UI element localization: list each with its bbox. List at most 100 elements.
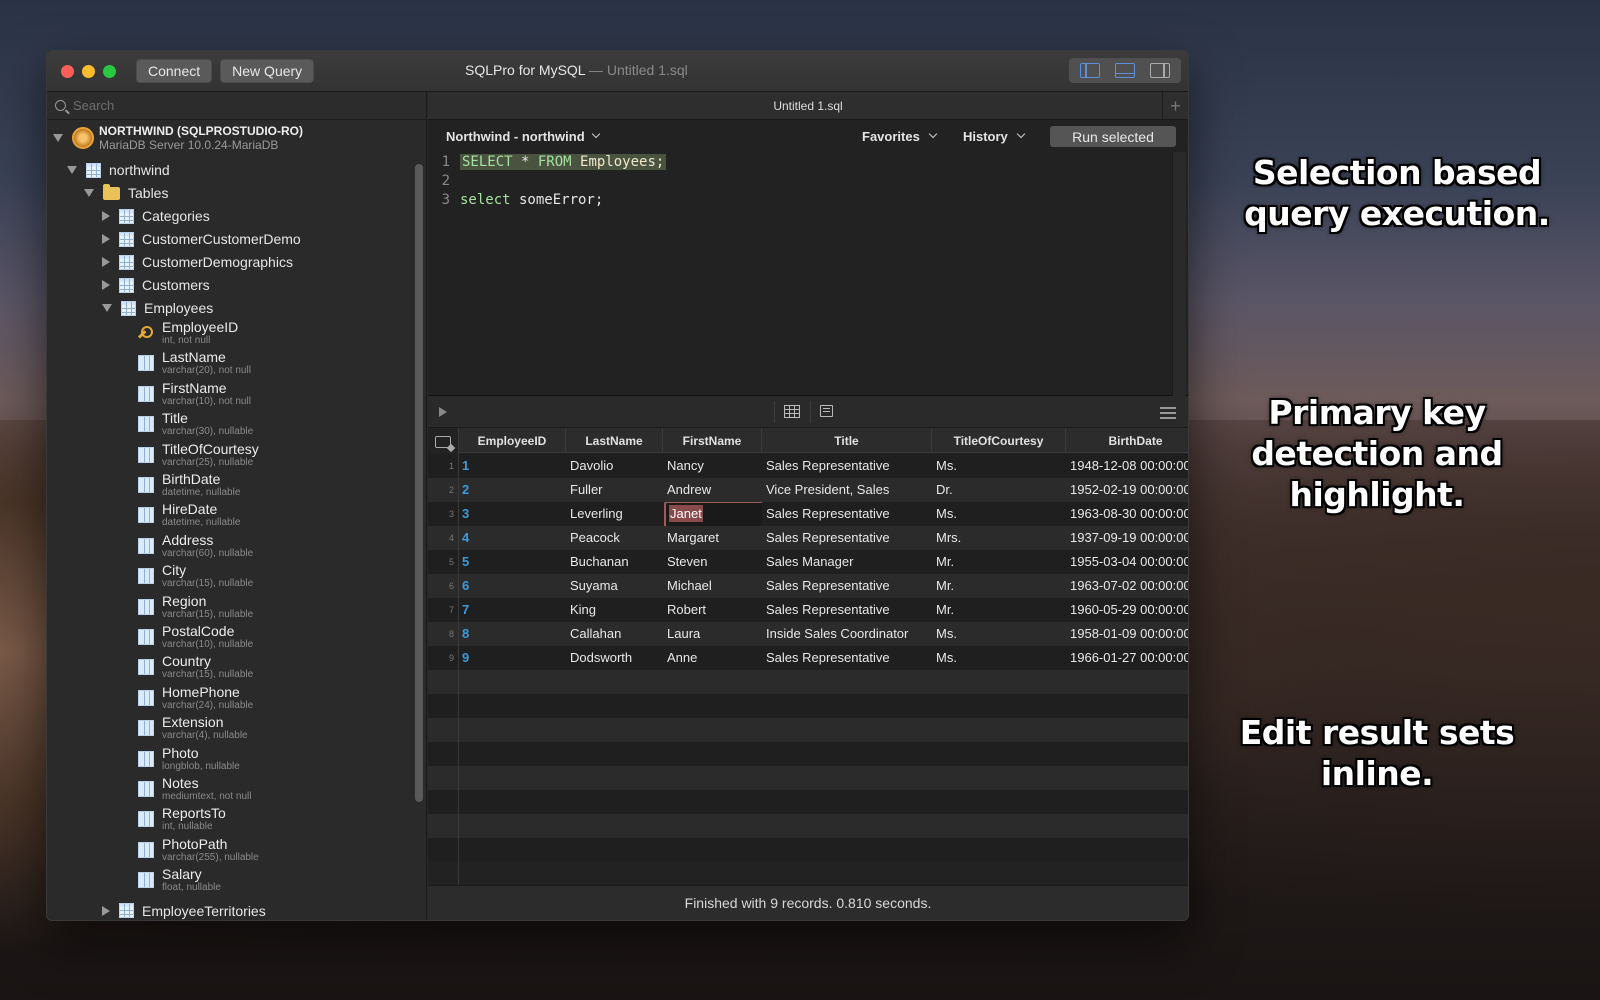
cell[interactable]: 1963-07-02 00:00:00 — [1066, 574, 1188, 598]
tree-item-column[interactable]: HomePhone varchar(24), nullable — [138, 684, 253, 711]
cell[interactable]: Sales Representative — [762, 502, 932, 526]
table-row[interactable]: 5 5 Buchanan Steven Sales Manager Mr. 1955-03-… — [428, 550, 1188, 574]
cell[interactable]: 1955-03-04 00:00:00 — [1066, 550, 1188, 574]
cell[interactable]: Callahan — [566, 622, 663, 646]
table-row[interactable]: 6 6 Suyama Michael Sales Representative Mr. 19… — [428, 574, 1188, 598]
zoom-button[interactable] — [103, 64, 116, 78]
cell[interactable]: Margaret — [663, 526, 762, 550]
tree-item-column[interactable]: FirstName varchar(10), not null — [138, 380, 251, 407]
editor-scrollbar[interactable] — [1172, 152, 1186, 396]
disclosure-triangle-icon[interactable] — [102, 234, 110, 244]
primary-key-cell[interactable]: 3 — [459, 502, 566, 526]
tree-item-column[interactable]: TitleOfCourtesy varchar(25), nullable — [138, 441, 259, 468]
tree-item-column[interactable]: BirthDate datetime, nullable — [138, 471, 240, 498]
disclosure-triangle-icon[interactable] — [102, 304, 112, 312]
cell[interactable]: King — [566, 598, 663, 622]
new-query-button[interactable]: New Query — [220, 59, 315, 83]
tab-untitled[interactable]: Untitled 1.sql — [773, 99, 842, 113]
cell[interactable]: Robert — [663, 598, 762, 622]
tree-item-database[interactable]: northwind — [67, 162, 170, 178]
cell[interactable]: Ms. — [932, 454, 1066, 478]
select-all-icon[interactable] — [435, 436, 451, 448]
tree-item-column[interactable]: PhotoPath varchar(255), nullable — [138, 836, 259, 863]
tree-item-table[interactable]: CustomerCustomerDemo — [102, 231, 301, 247]
primary-key-cell[interactable]: 6 — [459, 574, 566, 598]
tree-item-table[interactable]: Categories — [102, 208, 210, 224]
toggle-inspector-icon[interactable] — [1149, 63, 1170, 78]
disclosure-triangle-icon[interactable] — [102, 280, 110, 290]
cell[interactable]: 1948-12-08 00:00:00 — [1066, 454, 1188, 478]
cell[interactable]: Laura — [663, 622, 762, 646]
primary-key-cell[interactable]: 9 — [459, 646, 566, 670]
cell[interactable]: Fuller — [566, 478, 663, 502]
cell[interactable]: 1958-01-09 00:00:00 — [1066, 622, 1188, 646]
cell[interactable]: Mr. — [932, 598, 1066, 622]
table-row[interactable]: 8 8 Callahan Laura Inside Sales Coordinator M… — [428, 622, 1188, 646]
cell[interactable]: Sales Manager — [762, 550, 932, 574]
close-button[interactable] — [61, 64, 74, 78]
cell[interactable]: Inside Sales Coordinator — [762, 622, 932, 646]
primary-key-cell[interactable]: 2 — [459, 478, 566, 502]
tree-item-column[interactable]: Country varchar(15), nullable — [138, 653, 253, 680]
sql-editor[interactable]: 1 SELECT * FROM Employees; 2 3 select someEr… — [428, 152, 1188, 396]
cell[interactable]: Sales Representative — [762, 526, 932, 550]
column-header[interactable]: BirthDate — [1066, 428, 1188, 453]
tree-item-column[interactable]: Address varchar(60), nullable — [138, 532, 253, 559]
disclosure-triangle-icon[interactable] — [102, 211, 110, 221]
table-row[interactable]: 2 2 Fuller Andrew Vice President, Sales Dr. 19… — [428, 478, 1188, 502]
table-row[interactable]: 9 9 Dodsworth Anne Sales Representative Ms. 19… — [428, 646, 1188, 670]
tree-item-tables-folder[interactable]: Tables — [84, 183, 168, 201]
tree-item-table[interactable]: EmployeeTerritories — [102, 903, 266, 919]
cell[interactable]: 1963-08-30 00:00:00 — [1066, 502, 1188, 526]
database-select[interactable]: Northwind - northwind — [446, 129, 600, 144]
tree-item-column[interactable]: Extension varchar(4), nullable — [138, 714, 248, 741]
cell[interactable]: 1937-09-19 00:00:00 — [1066, 526, 1188, 550]
cell[interactable]: Ms. — [932, 646, 1066, 670]
tree-item-column[interactable]: Salary float, nullable — [138, 866, 221, 893]
cell-editing[interactable]: Janet — [663, 502, 762, 526]
cell[interactable]: Mrs. — [932, 526, 1066, 550]
cell[interactable]: Ms. — [932, 622, 1066, 646]
primary-key-cell[interactable]: 1 — [459, 454, 566, 478]
cell[interactable]: Steven — [663, 550, 762, 574]
run-selected-button[interactable]: Run selected — [1050, 126, 1176, 147]
cell[interactable]: Vice President, Sales — [762, 478, 932, 502]
history-menu[interactable]: History — [963, 129, 1026, 144]
cell[interactable]: Leverling — [566, 502, 663, 526]
tree-item-column[interactable]: LastName varchar(20), not null — [138, 349, 251, 376]
cell[interactable]: 1960-05-29 00:00:00 — [1066, 598, 1188, 622]
cell[interactable]: Ms. — [932, 502, 1066, 526]
tree-item-table[interactable]: Customers — [102, 277, 210, 293]
messages-icon[interactable] — [820, 405, 833, 417]
table-row[interactable]: 1 1 Davolio Nancy Sales Representative Ms. 194… — [428, 454, 1188, 478]
column-header[interactable]: LastName — [566, 428, 663, 453]
cell[interactable]: Anne — [663, 646, 762, 670]
cell[interactable]: Sales Representative — [762, 574, 932, 598]
tree-item-column[interactable]: Region varchar(15), nullable — [138, 593, 253, 620]
tree-item-column[interactable]: Title varchar(30), nullable — [138, 410, 253, 437]
cell[interactable]: Mr. — [932, 550, 1066, 574]
column-header[interactable]: FirstName — [663, 428, 762, 453]
inline-editor[interactable]: Janet — [664, 502, 762, 526]
cell[interactable]: Andrew — [663, 478, 762, 502]
cell[interactable]: Suyama — [566, 574, 663, 598]
primary-key-cell[interactable]: 8 — [459, 622, 566, 646]
column-header[interactable]: TitleOfCourtesy — [932, 428, 1066, 453]
tree-item-column[interactable]: Photo longblob, nullable — [138, 745, 240, 772]
cell[interactable]: 1966-01-27 00:00:00 — [1066, 646, 1188, 670]
add-tab-button[interactable]: + — [1162, 92, 1188, 120]
cell[interactable]: Davolio — [566, 454, 663, 478]
disclosure-triangle-icon[interactable] — [67, 166, 77, 174]
disclosure-triangle-icon[interactable] — [53, 134, 63, 142]
play-icon[interactable] — [439, 407, 447, 417]
cell[interactable]: Buchanan — [566, 550, 663, 574]
editor-line[interactable]: 2 — [428, 171, 460, 190]
favorites-menu[interactable]: Favorites — [862, 129, 938, 144]
cell[interactable]: Peacock — [566, 526, 663, 550]
table-row[interactable]: 3 3 Leverling Janet Sales Representative Ms. 1… — [428, 502, 1188, 526]
tree-item-column[interactable]: PostalCode varchar(10), nullable — [138, 623, 253, 650]
tree-item-column[interactable]: Notes mediumtext, not null — [138, 775, 252, 802]
column-header[interactable]: EmployeeID — [459, 428, 566, 453]
cell[interactable]: Dodsworth — [566, 646, 663, 670]
editor-line[interactable]: 3 select someError; — [428, 190, 604, 209]
